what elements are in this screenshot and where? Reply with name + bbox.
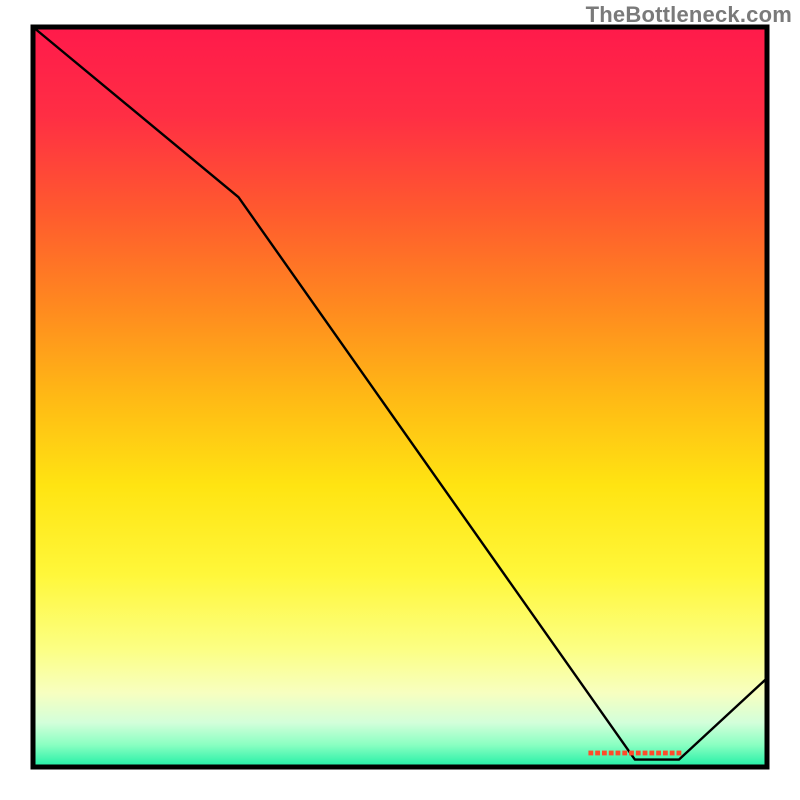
optimum-marker-dot xyxy=(609,751,614,756)
optimum-marker-dot xyxy=(649,751,654,756)
optimum-marker-dot xyxy=(670,751,675,756)
optimum-marker-dot xyxy=(602,751,607,756)
watermark-text: TheBottleneck.com xyxy=(586,2,792,28)
optimum-marker-dot xyxy=(663,751,668,756)
optimum-marker-dot xyxy=(656,751,661,756)
optimum-marker-dot xyxy=(636,751,641,756)
plot-background xyxy=(33,27,767,767)
bottleneck-chart xyxy=(0,0,800,800)
optimum-marker-dot xyxy=(616,751,621,756)
optimum-marker-dot xyxy=(643,751,648,756)
optimum-marker-dot xyxy=(595,751,600,756)
optimum-marker-dot xyxy=(629,751,634,756)
optimum-marker-dot xyxy=(622,751,627,756)
chart-container: TheBottleneck.com xyxy=(0,0,800,800)
optimum-marker-dot xyxy=(677,751,682,756)
optimum-marker-dot xyxy=(588,751,593,756)
